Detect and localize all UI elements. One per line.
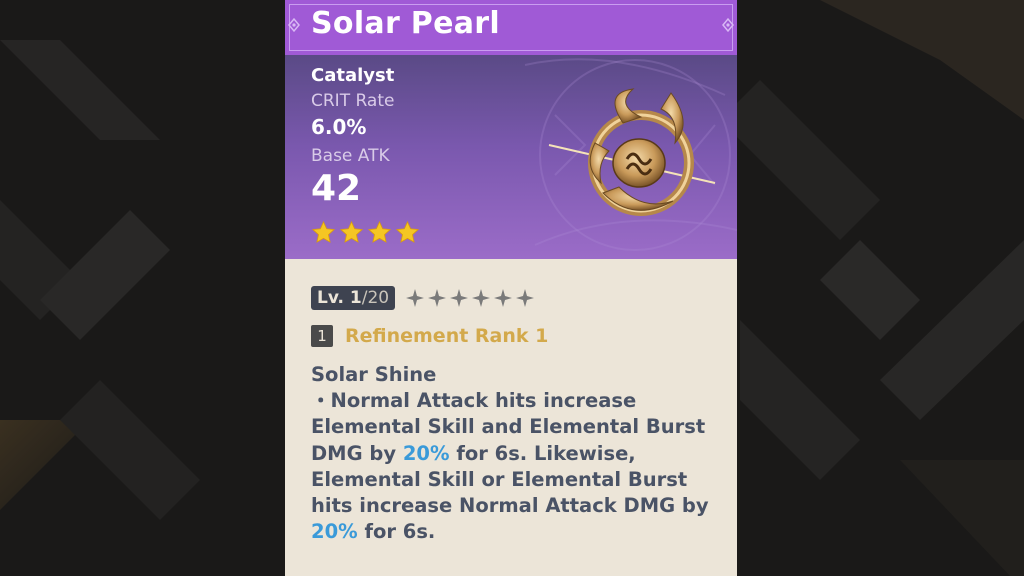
- star-icon: [367, 220, 392, 243]
- solar-pearl-weapon-icon: [548, 88, 716, 216]
- star-icon: [395, 220, 420, 243]
- weapon-name: Solar Pearl: [311, 6, 500, 41]
- ornament-right-icon: [722, 17, 734, 33]
- ascension-star-icon: [428, 289, 447, 307]
- level-badge: Lv. 1/20: [311, 286, 396, 310]
- passive-name: Solar Shine: [311, 363, 437, 386]
- ascension-star-icon: [494, 289, 513, 307]
- passive-value-2: 20%: [311, 520, 358, 544]
- refinement-number: 1: [311, 325, 333, 347]
- ascension-star-icon: [516, 289, 535, 307]
- rarity-stars: [311, 220, 420, 245]
- refinement-label: Refinement Rank 1: [345, 325, 549, 347]
- passive-description: Solar Shine ・Normal Attack hits increase…: [311, 362, 721, 545]
- substat-value: 6.0%: [311, 115, 367, 139]
- weapon-card: Solar Pearl Catalyst CRIT Rate 6.0% Base…: [285, 0, 737, 576]
- star-icon: [339, 220, 364, 243]
- star-icon: [311, 220, 336, 243]
- level-row: Lv. 1/20: [311, 286, 535, 310]
- title-bar: Solar Pearl: [285, 0, 737, 55]
- ascension-star-icon: [472, 289, 491, 307]
- base-atk-label: Base ATK: [311, 146, 390, 166]
- ornament-left-icon: [288, 17, 300, 33]
- passive-text-3: for 6s.: [357, 520, 436, 544]
- stats-header: Catalyst CRIT Rate 6.0% Base ATK 42: [285, 55, 737, 259]
- weapon-type: Catalyst: [311, 65, 395, 86]
- ascension-star-icon: [450, 289, 469, 307]
- level-current: Lv. 1: [317, 288, 362, 308]
- level-max: /20: [361, 288, 390, 308]
- substat-label: CRIT Rate: [311, 91, 395, 111]
- refinement-row: 1 Refinement Rank 1: [311, 325, 548, 347]
- ascension-stars: [405, 288, 535, 308]
- base-atk-value: 42: [311, 168, 362, 209]
- ascension-star-icon: [406, 289, 425, 307]
- passive-value-1: 20%: [402, 441, 450, 465]
